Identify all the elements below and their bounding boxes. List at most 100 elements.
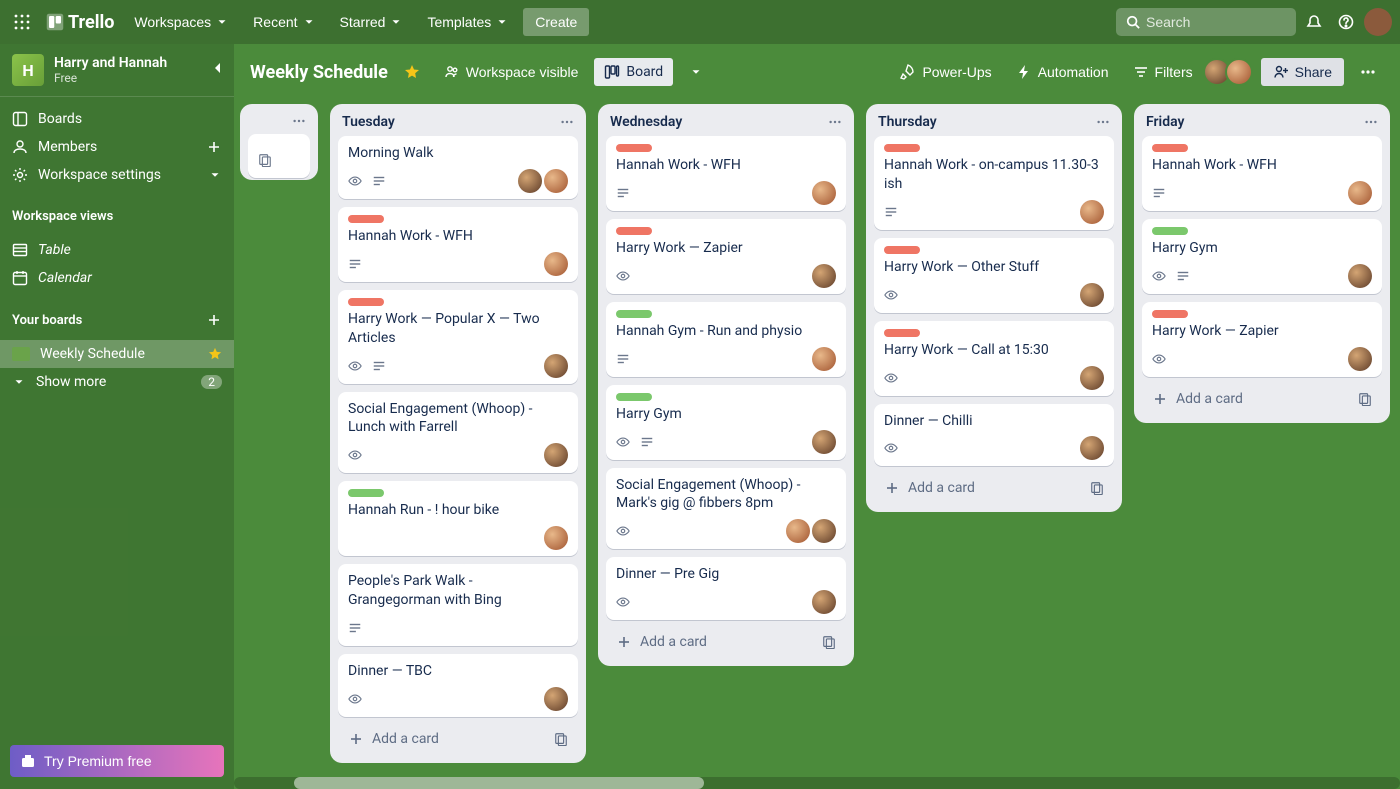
member-avatar[interactable] [812,430,836,454]
search-box[interactable] [1116,8,1296,36]
template-icon[interactable] [1358,392,1372,406]
powerups-button[interactable]: Power-Ups [892,58,999,86]
label-red[interactable] [348,215,384,223]
member-avatar[interactable] [1080,436,1104,460]
add-card-button[interactable]: Add a card [338,723,578,755]
automation-button[interactable]: Automation [1008,58,1117,86]
label-red[interactable] [616,227,652,235]
card[interactable]: Dinner — Pre Gig [606,557,846,620]
member-avatar[interactable] [1080,200,1104,224]
nav-workspaces[interactable]: Workspaces [124,8,239,36]
nav-recent[interactable]: Recent [243,8,325,36]
member-avatar[interactable] [812,264,836,288]
user-avatar[interactable] [1364,8,1392,36]
member-avatar[interactable] [812,590,836,614]
label-red[interactable] [348,298,384,306]
member-avatar[interactable] [786,519,810,543]
list-title[interactable]: Wednesday [610,114,828,130]
label-red[interactable] [1152,310,1188,318]
label-red[interactable] [1152,144,1188,152]
card[interactable]: Harry Work — Zapier [606,219,846,294]
trello-logo[interactable]: Trello [40,6,120,39]
list-menu-icon[interactable] [560,115,574,129]
card[interactable]: Hannah Work - on-campus 11.30-3 ish [874,136,1114,230]
horizontal-scrollbar[interactable] [234,777,1400,789]
card[interactable]: Hannah Work - WFH [1142,136,1382,211]
nav-starred[interactable]: Starred [330,8,414,36]
template-icon[interactable] [1090,481,1104,495]
label-red[interactable] [884,246,920,254]
list-title[interactable]: Friday [1146,114,1364,130]
member-avatar[interactable] [544,443,568,467]
scrollbar-thumb[interactable] [294,777,704,789]
card[interactable]: Social Engagement (Whoop) - Lunch with F… [338,392,578,474]
card[interactable]: Social Engagement (Whoop) - Mark's gig @… [606,468,846,550]
star-icon[interactable] [208,347,222,361]
board-menu-button[interactable] [1352,58,1384,86]
member-avatar[interactable] [1080,283,1104,307]
card[interactable]: Dinner — Chilli [874,404,1114,467]
label-green[interactable] [616,310,652,318]
label-red[interactable] [884,144,920,152]
sidebar-view-calendar[interactable]: Calendar [0,264,234,292]
add-board-icon[interactable] [206,312,222,328]
list-menu-icon[interactable] [292,114,306,128]
add-member-icon[interactable] [206,139,222,155]
member-avatar[interactable] [544,687,568,711]
member-avatar[interactable] [1348,347,1372,371]
label-red[interactable] [884,329,920,337]
member-avatar[interactable] [1080,366,1104,390]
nav-templates[interactable]: Templates [417,8,519,36]
sidebar-show-more[interactable]: Show more 2 [0,368,234,396]
member-avatar[interactable] [544,354,568,378]
card[interactable]: Harry Work — Zapier [1142,302,1382,377]
board-title[interactable]: Weekly Schedule [250,62,388,83]
card[interactable]: Harry Work — Call at 15:30 [874,321,1114,396]
help-icon[interactable] [1332,8,1360,36]
filters-button[interactable]: Filters [1125,58,1201,86]
list-menu-icon[interactable] [1364,115,1378,129]
create-button[interactable]: Create [523,8,589,36]
star-board-button[interactable] [396,58,428,86]
card[interactable]: Hannah Gym - Run and physio [606,302,846,377]
list-title[interactable]: Tuesday [342,114,560,130]
member-avatar[interactable] [1348,264,1372,288]
visibility-button[interactable]: Workspace visible [436,58,587,86]
sidebar-view-table[interactable]: Table [0,236,234,264]
list-menu-icon[interactable] [828,115,842,129]
sidebar-item-settings[interactable]: Workspace settings [0,161,234,189]
member-avatar[interactable] [1348,181,1372,205]
member-avatar[interactable] [812,347,836,371]
card[interactable]: Hannah Run - ! hour bike [338,481,578,556]
member-avatar[interactable] [544,252,568,276]
member-avatar[interactable] [812,181,836,205]
view-switch-chevron[interactable] [681,59,711,85]
card[interactable]: Morning Walk [338,136,578,199]
workspace-header[interactable]: H Harry and Hannah Free [0,44,234,97]
card[interactable]: People's Park Walk - Grangegorman with B… [338,564,578,646]
template-icon[interactable] [554,732,568,746]
add-card-button[interactable]: Add a card [606,626,846,658]
label-green[interactable] [616,393,652,401]
sidebar-item-members[interactable]: Members [0,133,234,161]
member-avatar[interactable] [812,519,836,543]
card[interactable]: Harry Gym [606,385,846,460]
add-card-button[interactable]: Add a card [874,472,1114,504]
notifications-icon[interactable] [1300,8,1328,36]
label-red[interactable] [616,144,652,152]
search-input[interactable] [1146,14,1286,30]
board-members[interactable] [1209,58,1253,86]
lists-container[interactable]: Tuesday Morning Walk Hannah Work - WFH Har… [234,100,1400,789]
member-avatar[interactable] [518,169,542,193]
card[interactable]: Harry Gym [1142,219,1382,294]
member-avatar[interactable] [544,526,568,550]
card[interactable]: Harry Work — Popular X — Two Articles [338,290,578,384]
add-card-button[interactable]: Add a card [1142,383,1382,415]
try-premium-button[interactable]: Try Premium free [10,745,224,777]
sidebar-collapse-icon[interactable] [210,60,226,76]
chevron-down-icon[interactable] [208,168,222,182]
list-title[interactable]: Thursday [878,114,1096,130]
card[interactable]: Harry Work — Other Stuff [874,238,1114,313]
card[interactable]: Hannah Work - WFH [338,207,578,282]
sidebar-board-weekly-schedule[interactable]: Weekly Schedule [0,340,234,368]
